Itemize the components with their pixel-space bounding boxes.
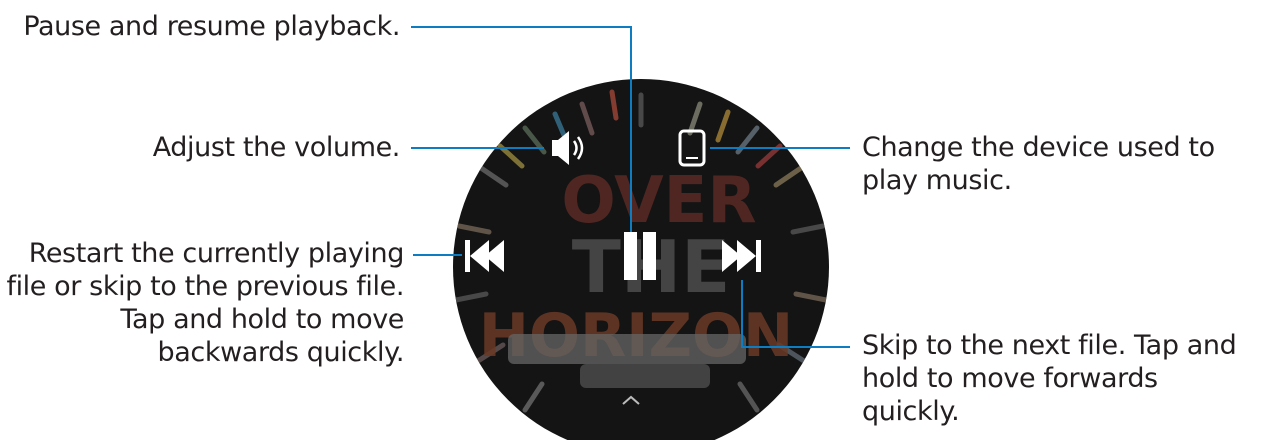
callout-device: Change the device used to play music. [862,132,1215,196]
callout-previous: Restart the currently playing file or sk… [6,238,404,368]
callout-next: Skip to the next file. Tap and hold to m… [862,330,1237,427]
callout-volume: Adjust the volume. [152,132,401,163]
blurred-artist [580,364,710,388]
blurred-track-title [508,334,746,364]
callout-pause: Pause and resume playback. [23,11,400,42]
